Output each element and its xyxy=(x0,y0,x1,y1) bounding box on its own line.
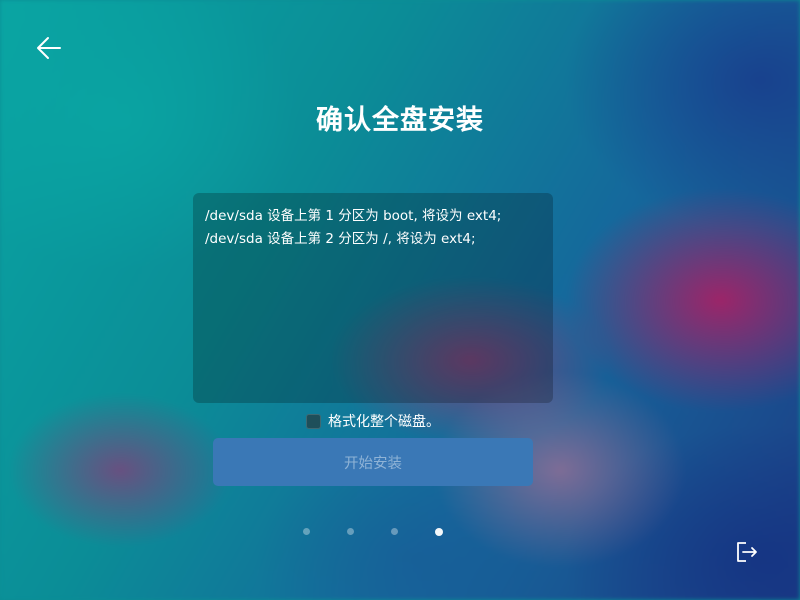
format-disk-option[interactable]: 格式化整个磁盘。 xyxy=(306,411,440,431)
exit-button[interactable] xyxy=(733,539,759,565)
exit-icon xyxy=(737,542,757,562)
start-install-button[interactable]: 开始安装 xyxy=(213,438,533,486)
arrow-left-icon xyxy=(37,37,61,59)
page-dot xyxy=(347,528,354,535)
back-button[interactable] xyxy=(30,32,66,64)
page-dot xyxy=(303,528,310,535)
page-dot-active xyxy=(435,527,443,536)
format-disk-label: 格式化整个磁盘。 xyxy=(328,414,440,430)
page-dot xyxy=(391,528,398,535)
page-indicator xyxy=(0,527,800,536)
installer-screen: 确认全盘安装 /dev/sda 设备上第 1 分区为 boot, 将设为 ext… xyxy=(0,0,800,600)
summary-line: /dev/sda 设备上第 2 分区为 /, 将设为 ext4; xyxy=(205,231,476,247)
page-title: 确认全盘安装 xyxy=(316,105,484,136)
summary-line: /dev/sda 设备上第 1 分区为 boot, 将设为 ext4; xyxy=(205,208,502,224)
partition-summary-box: /dev/sda 设备上第 1 分区为 boot, 将设为 ext4; /dev… xyxy=(193,193,553,403)
start-install-label: 开始安装 xyxy=(344,455,402,472)
format-disk-checkbox[interactable] xyxy=(306,413,321,429)
